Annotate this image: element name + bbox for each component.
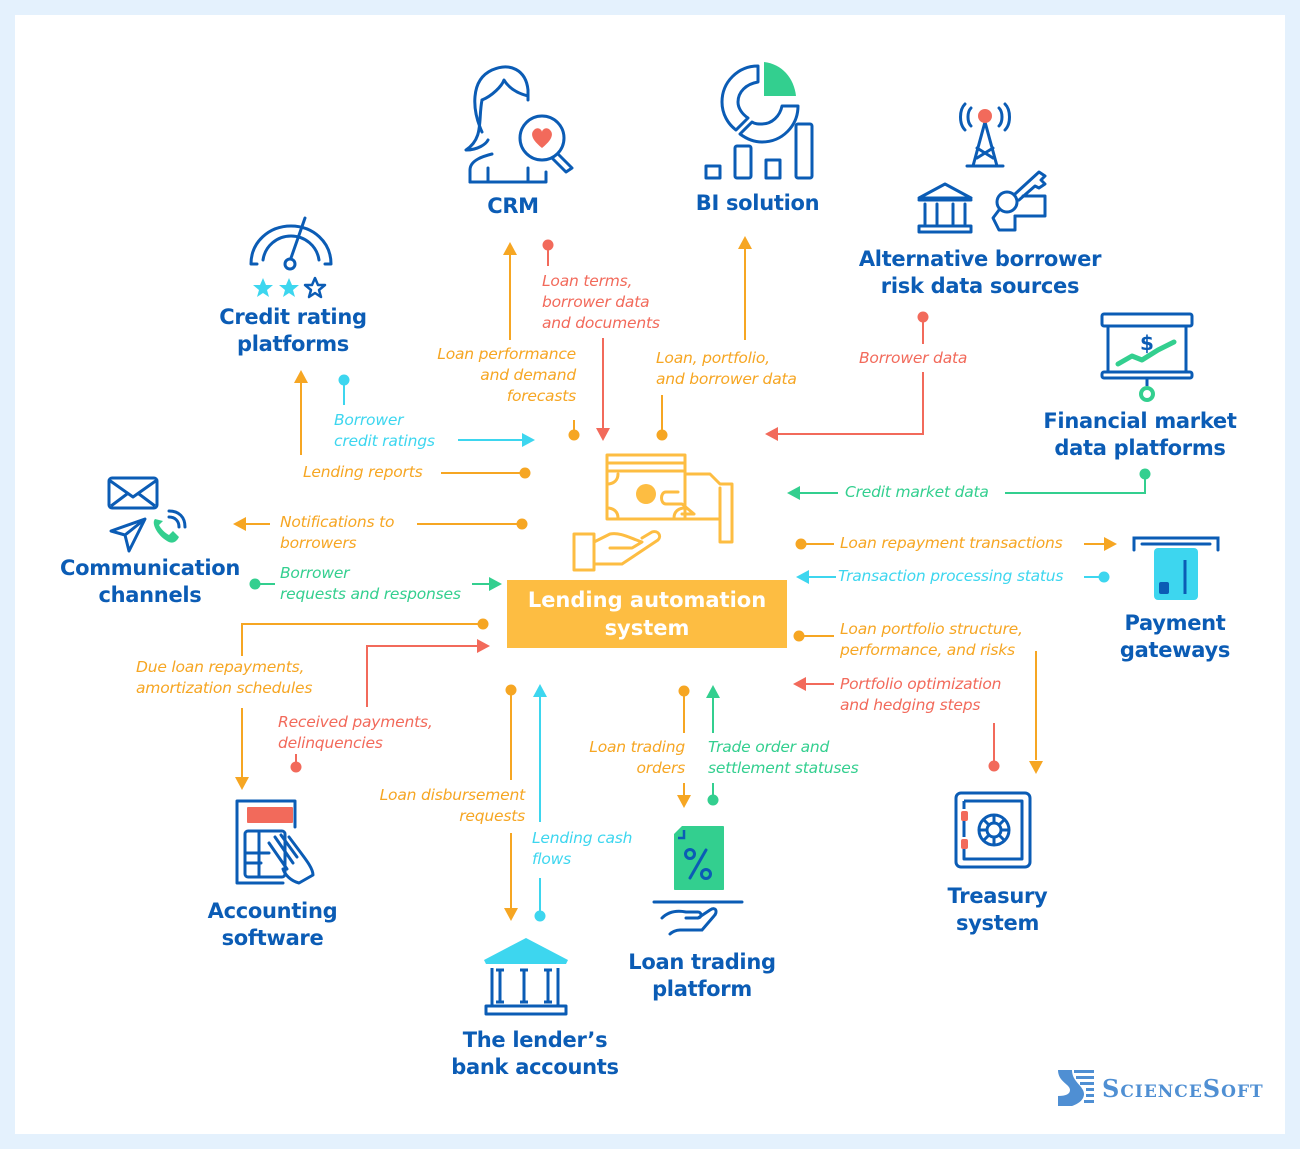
- crm-label: CRM: [487, 194, 539, 218]
- flow-portfolio-structure-arrowhead: [1029, 761, 1043, 774]
- flow-label-trading-orders: Loan trading orders: [589, 738, 685, 777]
- flow-label-cash-flows: Lending cash flows: [532, 829, 633, 868]
- bi-chart-icon: [704, 62, 814, 180]
- node-loan-trading-platform[interactable]: Loan trading platform: [612, 949, 792, 1003]
- flow-label-loan-portfolio-borrower: Loan, portfolio, and borrower data: [656, 349, 797, 388]
- flow-credit-market-arrowhead: [787, 486, 800, 500]
- comm-line2: channels: [98, 583, 202, 607]
- flow-label-transaction-status: Transaction processing status: [838, 567, 1064, 585]
- flow-label-borrower-requests: Borrower requests and responses: [280, 564, 461, 603]
- node-alternative-risk-sources[interactable]: Alternative borrower risk data sources: [845, 246, 1115, 300]
- flow-label-loan-terms: Loan terms, borrower data and documents: [542, 272, 660, 332]
- sciencesoft-logo-icon: [1058, 1070, 1094, 1106]
- node-payment-gateways[interactable]: Payment gateways: [1100, 610, 1250, 664]
- flow-label-portfolio-structure: Loan portfolio structure, performance, an…: [840, 620, 1023, 659]
- flow-loan-perf-arrowhead: [503, 242, 517, 255]
- crm-woman-heart-search-icon: [464, 65, 574, 184]
- flow-loan-perf-dot: [568, 429, 580, 441]
- money-hand-icon: [572, 453, 734, 572]
- node-treasury-system[interactable]: Treasury system: [920, 883, 1075, 937]
- bank-line2: bank accounts: [451, 1055, 619, 1079]
- loan-trading-line1: Loan trading: [628, 950, 776, 974]
- node-bank-accounts[interactable]: The lender’s bank accounts: [440, 1027, 630, 1081]
- flow-label-borrower-credit-ratings: Borrower credit ratings: [334, 411, 435, 450]
- core-label-line1: Lending automation: [527, 588, 767, 612]
- treasury-line1: Treasury: [947, 884, 1048, 908]
- flow-label-trade-status: Trade order and settlement statuses: [708, 738, 859, 777]
- treasury-line2: system: [955, 911, 1040, 935]
- core-label-line2: system: [604, 616, 690, 640]
- flow-trade-status-arrowhead: [706, 685, 720, 698]
- flow-cash-flows-arrowhead: [533, 684, 547, 697]
- comm-line1: Communication: [59, 556, 241, 580]
- flow-received-payments-arrowhead: [477, 639, 490, 653]
- sciencesoft-logo[interactable]: ScienceSoft: [1056, 1068, 1264, 1108]
- gauge-stars-icon: [249, 216, 333, 299]
- flow-label-notifications: Notifications to borrowers: [280, 513, 395, 552]
- accounting-line2: software: [221, 926, 324, 950]
- flow-credit-ratings-arrowhead: [522, 433, 535, 447]
- flow-label-received-payments: Received payments, delinquencies: [278, 713, 433, 752]
- flow-label-borrower-data: Borrower data: [859, 349, 968, 367]
- card-terminal-icon: [1132, 536, 1220, 600]
- flow-borrower-data-line: [778, 372, 924, 435]
- sciencesoft-logo-text: ScienceSoft: [1102, 1073, 1264, 1103]
- flow-notifications-arrowhead: [233, 517, 246, 531]
- flow-trading-orders-arrowhead: [677, 795, 691, 808]
- mail-send-phone-icon: [107, 476, 187, 553]
- flow-repayment-tx-arrowhead: [1104, 537, 1117, 551]
- credit-rating-line1: Credit rating: [219, 305, 367, 329]
- flow-credit-market-line: [1005, 474, 1146, 494]
- credit-rating-line2: platforms: [236, 332, 350, 356]
- flow-hedging-arrowhead: [793, 677, 806, 691]
- flow-label-lending-reports: Lending reports: [303, 463, 423, 481]
- flow-lending-reports-dot: [519, 467, 531, 479]
- calculator-hand-icon: [235, 799, 315, 885]
- flow-borrower-data-arrowhead: [765, 427, 778, 441]
- flow-lending-reports-arrowhead: [294, 370, 308, 383]
- accounting-line1: Accounting: [207, 899, 338, 923]
- flow-label-hedging: Portfolio optimization and hedging steps: [840, 675, 1002, 714]
- bi-label: BI solution: [695, 191, 820, 215]
- node-financial-market-data[interactable]: Financial market data platforms: [1035, 408, 1245, 462]
- flow-received-payments-line: [366, 645, 478, 707]
- node-communication-channels[interactable]: Communication channels: [50, 555, 250, 609]
- presentation-chart-icon: $: [1100, 312, 1194, 402]
- flow-label-credit-market-data: Credit market data: [845, 483, 989, 501]
- flow-label-due-repayments: Due loan repayments, amortization schedul…: [136, 658, 313, 697]
- flow-bi-arrowhead: [738, 236, 752, 249]
- flow-disbursement-arrowhead: [504, 908, 518, 921]
- flow-tx-status-arrowhead: [796, 570, 809, 584]
- safe-icon: [954, 791, 1032, 869]
- node-bi-solution[interactable]: BI solution: [680, 190, 835, 217]
- alt-risk-line2: risk data sources: [880, 274, 1080, 298]
- bank-building-icon: [484, 938, 568, 1016]
- payment-line1: Payment: [1124, 611, 1226, 635]
- loan-trading-line2: platform: [652, 977, 752, 1001]
- flow-label-disbursement: Loan disbursement requests: [379, 786, 526, 825]
- lending-automation-system-node[interactable]: Lending automation system: [507, 580, 787, 648]
- tower-bank-key-icon: [917, 102, 1047, 234]
- flow-label-loan-repayment-transactions: Loan repayment transactions: [840, 534, 1063, 552]
- flow-due-repayments-line: [241, 623, 483, 656]
- flow-due-repayments-arrowhead: [235, 777, 249, 790]
- alt-risk-line1: Alternative borrower: [858, 247, 1102, 271]
- fin-market-line1: Financial market: [1043, 409, 1237, 433]
- node-accounting-software[interactable]: Accounting software: [190, 898, 355, 952]
- flow-borrower-requests-arrowhead: [489, 577, 502, 591]
- payment-line2: gateways: [1119, 638, 1231, 662]
- fin-market-line2: data platforms: [1054, 436, 1226, 460]
- flow-label-loan-performance: Loan performance and demand forecasts: [437, 345, 576, 405]
- flow-loan-terms-arrowhead: [596, 428, 610, 441]
- node-credit-rating-platforms[interactable]: Credit rating platforms: [203, 304, 383, 358]
- bank-line1: The lender’s: [462, 1028, 608, 1052]
- flow-notifications-dot: [516, 518, 528, 530]
- flow-bi-dot: [656, 429, 668, 441]
- node-crm[interactable]: CRM: [463, 193, 563, 220]
- percent-doc-hand-icon: [652, 826, 744, 936]
